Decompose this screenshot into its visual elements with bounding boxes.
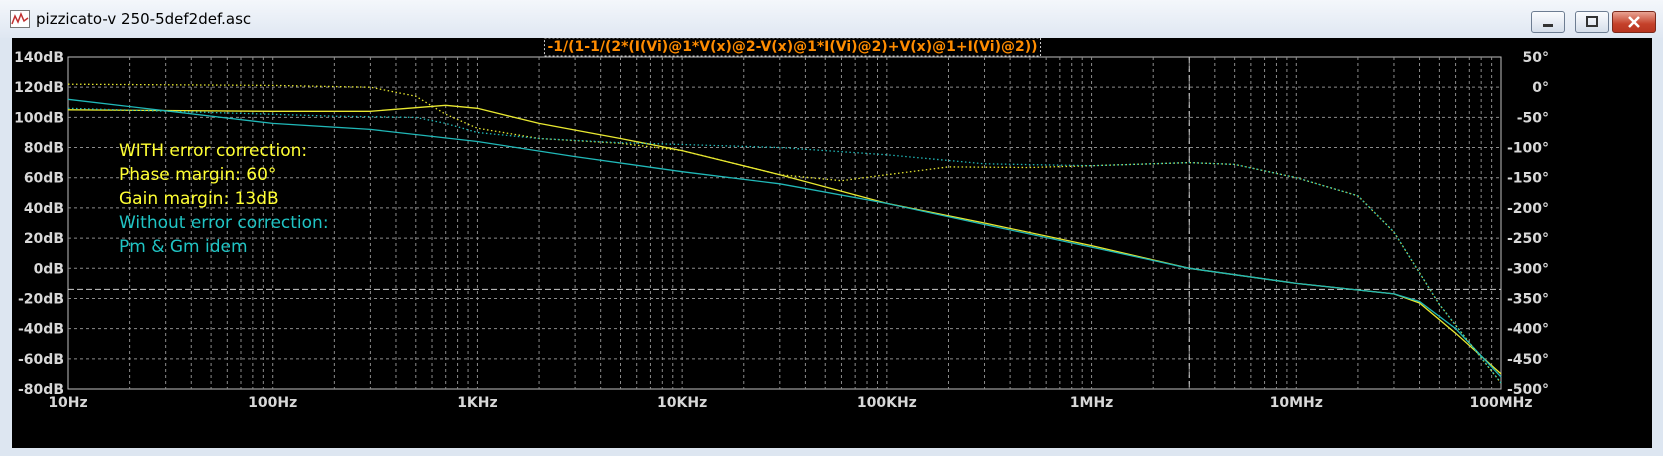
- y-left-tick-label: -20dB: [18, 291, 64, 307]
- annotation-1: Phase margin: 60°: [119, 165, 276, 185]
- y-right-tick-label: 50°: [1523, 50, 1549, 66]
- y-right-tick-label: -200°: [1507, 201, 1549, 217]
- trace-expression: -1/(1-1/(2*(I(Vi)@1*V(x)@2-V(x)@1*I(Vi)@…: [547, 39, 1037, 55]
- y-right-tick-label: -150°: [1507, 171, 1549, 187]
- y-left-tick-label: 80dB: [24, 141, 64, 157]
- title-bar[interactable]: pizzicato-v 250-5def2def.asc: [0, 0, 1663, 38]
- y-left-tick-label: 60dB: [24, 171, 64, 187]
- x-tick-label: 1KHz: [457, 395, 497, 411]
- y-right-tick-label: -300°: [1507, 261, 1549, 277]
- window-title: pizzicato-v 250-5def2def.asc: [36, 10, 252, 28]
- bode-plot[interactable]: 10Hz 100Hz 1KHz 10KHz 100KHz 1MHz 10MHz 100MHz1…: [12, 38, 1652, 448]
- annotation-4: Pm & Gm idem: [119, 237, 248, 257]
- y-right-tick-label: -450°: [1507, 352, 1549, 368]
- x-tick-label: 10KHz: [657, 395, 707, 411]
- y-right-tick-label: 0°: [1532, 80, 1549, 96]
- y-right-tick-label: -100°: [1507, 141, 1549, 157]
- minimize-icon: [1543, 24, 1553, 27]
- x-tick-label: 100Hz: [248, 395, 297, 411]
- y-left-tick-label: 20dB: [24, 231, 64, 247]
- y-right-tick-label: -250°: [1507, 231, 1549, 247]
- y-left-tick-label: 120dB: [14, 80, 64, 96]
- phase-series-2: [67, 83, 1502, 384]
- annotation-0: WITH error correction:: [119, 141, 307, 161]
- maximize-button[interactable]: [1575, 11, 1609, 33]
- y-right-tick-label: -500°: [1507, 382, 1549, 398]
- y-left-tick-label: 140dB: [14, 50, 64, 66]
- y-left-tick-label: -40dB: [18, 322, 64, 338]
- annotation-3: Without error correction:: [119, 213, 329, 233]
- annotation-2: Gain margin: 13dB: [119, 189, 279, 209]
- app-window: pizzicato-v 250-5def2def.asc 10Hz 100Hz 1K…: [0, 0, 1663, 456]
- y-right-tick-label: -50°: [1517, 110, 1549, 126]
- minimize-button[interactable]: [1531, 11, 1565, 33]
- plot-pane[interactable]: 10Hz 100Hz 1KHz 10KHz 100KHz 1MHz 10MHz 100MHz 1…: [12, 38, 1652, 448]
- x-tick-label: 1MHz: [1070, 395, 1114, 411]
- waveform-app-icon: [10, 10, 30, 28]
- close-icon: [1628, 16, 1640, 28]
- y-right-tick-label: -400°: [1507, 322, 1549, 338]
- x-tick-label: 100KHz: [857, 395, 917, 411]
- y-right-tick-label: -350°: [1507, 291, 1549, 307]
- y-left-tick-label: -80dB: [18, 382, 64, 398]
- y-left-tick-label: 0dB: [34, 261, 64, 277]
- close-button[interactable]: [1612, 11, 1656, 33]
- y-left-tick-label: 40dB: [24, 201, 64, 217]
- x-tick-label: 10MHz: [1270, 395, 1323, 411]
- y-left-tick-label: 100dB: [14, 110, 64, 126]
- restore-icon: [1586, 16, 1598, 27]
- y-left-tick-label: -60dB: [18, 352, 64, 368]
